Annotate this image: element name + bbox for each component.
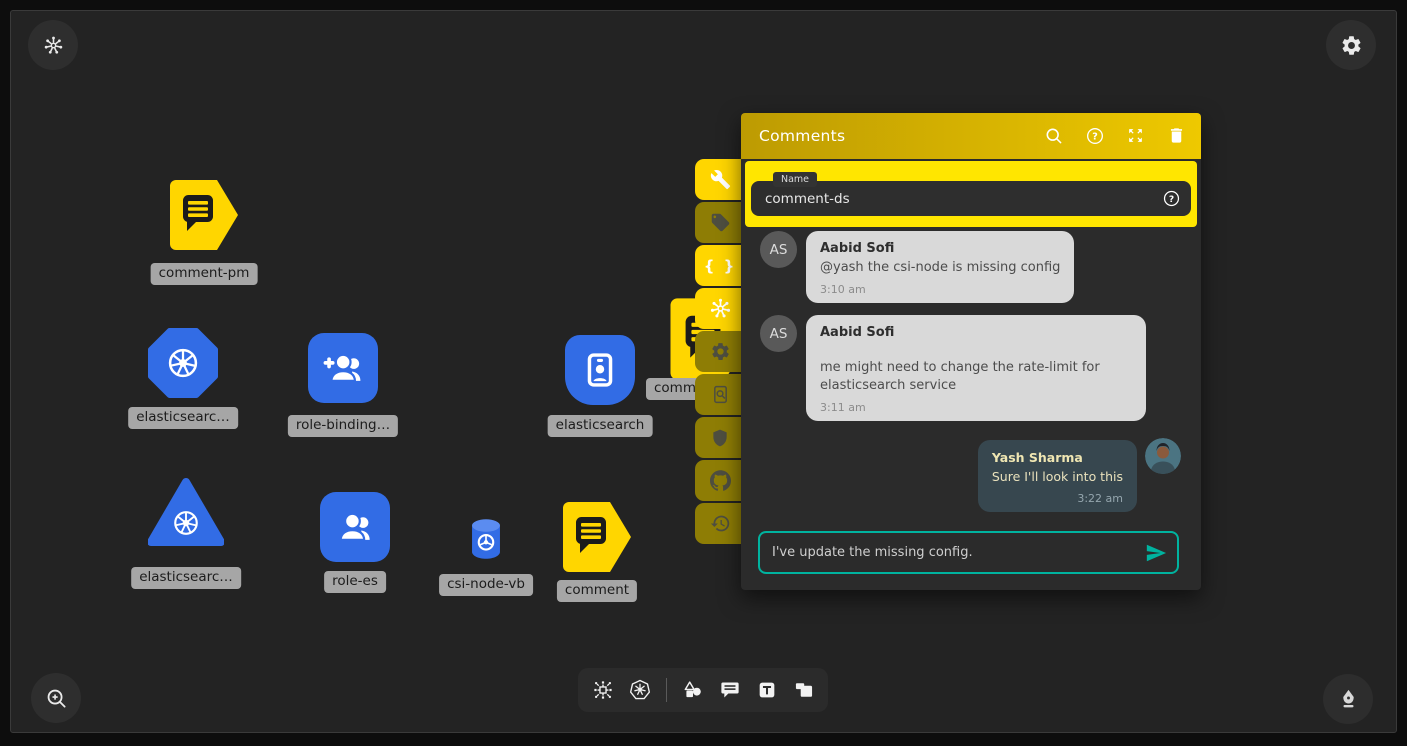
message-text: me might need to change the rate-limit f… bbox=[820, 359, 1132, 395]
kubernetes-icon[interactable] bbox=[629, 679, 651, 701]
shapes-icon[interactable] bbox=[682, 679, 704, 701]
meshery-designer-app: comment-pm elasticsearc… role-binding… e… bbox=[0, 0, 1407, 746]
name-input[interactable] bbox=[751, 191, 1162, 207]
zoom-button[interactable] bbox=[31, 673, 81, 723]
message-author: Yash Sharma bbox=[992, 449, 1123, 466]
tag-button[interactable] bbox=[695, 202, 745, 243]
image-icon[interactable] bbox=[793, 679, 815, 701]
message-text: @yash the csi-node is missing config bbox=[820, 259, 1060, 277]
search-icon[interactable] bbox=[1044, 126, 1064, 146]
node-label-comment-pm[interactable]: comment-pm bbox=[151, 263, 258, 285]
pen-nib-icon bbox=[1336, 687, 1361, 712]
name-field-label: Name bbox=[773, 172, 817, 187]
node-comment[interactable] bbox=[561, 500, 633, 574]
node-label-elasticsearch[interactable]: elasticsearch bbox=[548, 415, 653, 437]
trash-icon[interactable] bbox=[1167, 126, 1187, 146]
message-time: 3:11 am bbox=[820, 401, 1132, 414]
help-icon[interactable] bbox=[1085, 126, 1105, 146]
node-csi-node-vb[interactable] bbox=[466, 516, 506, 562]
kubernetes-context-button[interactable] bbox=[28, 20, 78, 70]
comment-icon[interactable] bbox=[719, 679, 741, 701]
chat-message: Aabid Sofi @yash the csi-node is missing… bbox=[806, 231, 1074, 303]
tag-icon bbox=[710, 212, 731, 233]
kubernetes-icon bbox=[709, 297, 732, 320]
doc-search-icon bbox=[710, 384, 731, 405]
cylinder-kubernetes-icon bbox=[472, 519, 500, 558]
avatar-photo bbox=[1145, 438, 1181, 474]
comment-input[interactable] bbox=[760, 545, 1145, 560]
node-elasticsearch-triangle[interactable] bbox=[148, 477, 224, 549]
node-label-csi-node-vb[interactable]: csi-node-vb bbox=[439, 574, 533, 596]
comments-panel-header[interactable]: Comments bbox=[741, 113, 1201, 159]
node-role-binding[interactable] bbox=[308, 333, 378, 403]
node-elasticsearch-octagon[interactable] bbox=[148, 328, 218, 398]
panel-title: Comments bbox=[759, 127, 845, 145]
design-pen-button[interactable] bbox=[1323, 674, 1373, 724]
avatar-initials: AS bbox=[760, 315, 797, 352]
chat-message: Aabid Sofi me might need to change the r… bbox=[806, 315, 1146, 421]
config-braces-button[interactable]: { } bbox=[695, 245, 745, 286]
service-account-badge-icon bbox=[577, 347, 623, 393]
node-label-elasticsearch-triangle[interactable]: elasticsearc… bbox=[131, 567, 241, 589]
node-comment-pm[interactable] bbox=[168, 178, 240, 252]
gear-icon bbox=[710, 341, 731, 362]
send-icon[interactable] bbox=[1145, 542, 1167, 564]
name-field-section: Name bbox=[745, 161, 1197, 227]
wrench-tool-button[interactable] bbox=[695, 159, 745, 200]
role-icon bbox=[333, 505, 377, 549]
inspect-doc-button[interactable] bbox=[695, 374, 745, 415]
user-photo bbox=[1145, 438, 1181, 474]
text-icon[interactable] bbox=[756, 679, 778, 701]
message-author: Aabid Sofi bbox=[820, 324, 1132, 341]
wrench-icon bbox=[710, 169, 731, 190]
toolbar-divider bbox=[666, 678, 667, 702]
settings-button-node[interactable] bbox=[695, 331, 745, 372]
braces-icon: { } bbox=[704, 257, 737, 275]
avatar-initials: AS bbox=[760, 231, 797, 268]
message-author: Aabid Sofi bbox=[820, 240, 1060, 257]
node-label-role-binding[interactable]: role-binding… bbox=[288, 415, 398, 437]
settings-gear-icon bbox=[1340, 34, 1363, 57]
chat-message: Yash Sharma Sure I'll look into this 3:2… bbox=[978, 440, 1137, 512]
github-button[interactable] bbox=[695, 460, 745, 501]
comments-panel: Comments Name AS Aabid Sofi @yash the cs… bbox=[741, 113, 1201, 590]
kubernetes-icon bbox=[43, 35, 64, 56]
node-label-role-es[interactable]: role-es bbox=[324, 571, 386, 593]
zoom-in-icon bbox=[45, 687, 68, 710]
role-binding-icon bbox=[321, 346, 365, 390]
help-icon[interactable] bbox=[1162, 189, 1181, 208]
history-icon bbox=[710, 513, 731, 534]
comment-composer bbox=[758, 531, 1179, 574]
history-button[interactable] bbox=[695, 503, 745, 544]
message-time: 3:10 am bbox=[820, 283, 1060, 296]
shape-palette-toolbar bbox=[578, 668, 828, 712]
name-field-wrap: Name bbox=[751, 181, 1191, 216]
node-label-elasticsearch-octagon[interactable]: elasticsearc… bbox=[128, 407, 238, 429]
expand-icon[interactable] bbox=[1126, 126, 1146, 146]
comment-icon bbox=[563, 502, 631, 572]
security-button[interactable] bbox=[695, 417, 745, 458]
kubernetes-button[interactable] bbox=[695, 288, 745, 329]
message-text: Sure I'll look into this bbox=[992, 468, 1123, 486]
node-action-toolbar: { } bbox=[695, 159, 745, 546]
settings-button[interactable] bbox=[1326, 20, 1376, 70]
comment-icon bbox=[170, 180, 238, 250]
node-role-es[interactable] bbox=[320, 492, 390, 562]
node-elasticsearch-serviceaccount[interactable] bbox=[565, 335, 635, 405]
node-label-comment[interactable]: comment bbox=[557, 580, 637, 602]
shield-icon bbox=[710, 428, 730, 448]
github-icon bbox=[710, 470, 731, 491]
flowchart-icon[interactable] bbox=[592, 679, 614, 701]
message-time: 3:22 am bbox=[992, 492, 1123, 505]
